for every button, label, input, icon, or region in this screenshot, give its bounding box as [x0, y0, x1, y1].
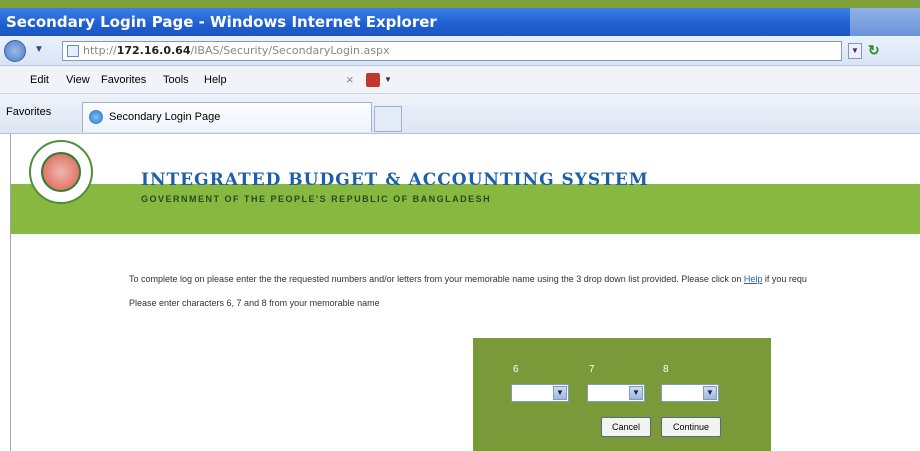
characters-hint: Please enter characters 6, 7 and 8 from …: [129, 298, 380, 308]
header-banner: INTEGRATED BUDGET & ACCOUNTING SYSTEM GO…: [11, 134, 920, 234]
banner-stripe: [11, 184, 920, 234]
cancel-button[interactable]: Cancel: [601, 417, 651, 437]
memorable-name-panel: 6 7 8 ▼ ▼ ▼ Cancel Continue: [473, 338, 771, 451]
address-input[interactable]: http://172.16.0.64/IBAS/Security/Seconda…: [62, 41, 842, 61]
chevron-down-icon: ▼: [553, 386, 567, 400]
address-dropdown-icon[interactable]: ▼: [848, 43, 862, 59]
new-tab-button[interactable]: [374, 106, 402, 132]
char-label-6: 6: [513, 364, 519, 375]
favorites-bar: Favorites Secondary Login Page: [0, 94, 920, 134]
menu-help[interactable]: Help: [204, 66, 227, 94]
instructions-text: To complete log on please enter the the …: [129, 274, 807, 284]
tab-label: Secondary Login Page: [109, 111, 221, 123]
page-icon: [67, 45, 79, 57]
char-label-7: 7: [589, 364, 595, 375]
chevron-down-icon: ▼: [703, 386, 717, 400]
browser-window: Secondary Login Page - Windows Internet …: [0, 8, 920, 451]
help-link[interactable]: Help: [744, 274, 763, 284]
government-subtitle: GOVERNMENT OF THE PEOPLE'S REPUBLIC OF B…: [141, 194, 492, 204]
window-title: Secondary Login Page - Windows Internet …: [6, 13, 437, 31]
close-icon[interactable]: ×: [346, 66, 354, 94]
menu-edit[interactable]: Edit: [30, 66, 49, 94]
char-8-select[interactable]: ▼: [661, 384, 719, 402]
seal-map-icon: [41, 152, 81, 192]
menu-view[interactable]: View: [66, 66, 90, 94]
menu-favorites[interactable]: Favorites: [101, 66, 146, 94]
back-button[interactable]: [4, 40, 26, 62]
address-bar: ▼ http://172.16.0.64/IBAS/Security/Secon…: [0, 36, 920, 66]
government-seal-logo: [29, 140, 93, 204]
ie-page-icon: [89, 110, 103, 124]
forward-dropdown-icon[interactable]: ▼: [34, 44, 44, 55]
favorites-label[interactable]: Favorites: [6, 106, 51, 118]
window-controls[interactable]: [850, 8, 920, 36]
char-7-select[interactable]: ▼: [587, 384, 645, 402]
tab-secondary-login[interactable]: Secondary Login Page: [82, 102, 372, 132]
char-6-select[interactable]: ▼: [511, 384, 569, 402]
refresh-icon[interactable]: ↻: [868, 42, 886, 60]
continue-button[interactable]: Continue: [661, 417, 721, 437]
chevron-down-icon[interactable]: ▼: [384, 66, 392, 94]
system-title: INTEGRATED BUDGET & ACCOUNTING SYSTEM: [141, 170, 649, 190]
menu-bar: Edit View Favorites Tools Help × ▼: [0, 66, 920, 94]
toolbar-addon-icon[interactable]: [366, 73, 380, 87]
chevron-down-icon: ▼: [629, 386, 643, 400]
page-content: INTEGRATED BUDGET & ACCOUNTING SYSTEM GO…: [10, 134, 920, 451]
char-label-8: 8: [663, 364, 669, 375]
menu-tools[interactable]: Tools: [163, 66, 189, 94]
window-titlebar: Secondary Login Page - Windows Internet …: [0, 8, 920, 36]
